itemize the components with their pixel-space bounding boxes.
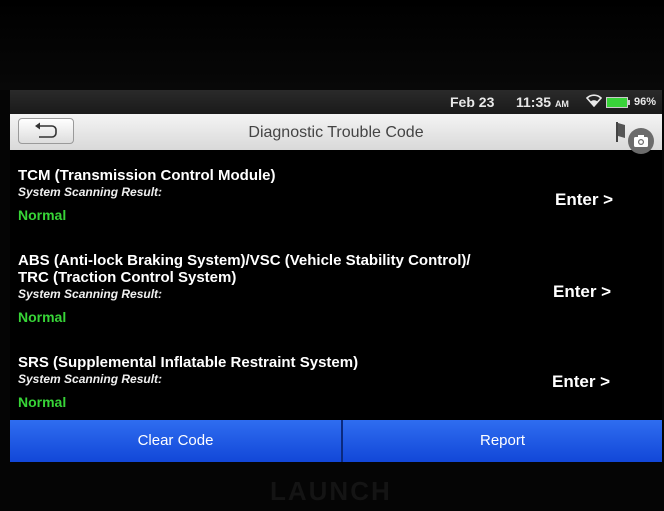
page-title: Diagnostic Trouble Code bbox=[248, 124, 424, 141]
system-name-line-2: TRC (Traction Control System) bbox=[18, 269, 237, 286]
report-button[interactable]: Report bbox=[343, 420, 662, 462]
scan-result-label: System Scanning Result: bbox=[18, 372, 163, 386]
device-bezel-top bbox=[0, 0, 664, 90]
system-item-abs: ABS (Anti-lock Braking System)/VSC (Vehi… bbox=[18, 252, 471, 326]
system-name-line-1: ABS (Anti-lock Braking System)/VSC (Vehi… bbox=[18, 252, 471, 269]
status-date: Feb 23 bbox=[450, 94, 495, 110]
device-screen: Feb 23 11:35 AM 96% Diagnostic Trouble C… bbox=[10, 90, 662, 462]
system-name: TCM (Transmission Control Module) bbox=[18, 167, 276, 184]
battery-icon bbox=[606, 97, 628, 108]
screenshot-button[interactable] bbox=[628, 128, 654, 154]
enter-button-tcm[interactable]: Enter > bbox=[555, 190, 613, 210]
bottom-button-bar: Clear Code Report bbox=[10, 420, 662, 462]
camera-icon bbox=[634, 135, 648, 147]
system-name: SRS (Supplemental Inflatable Restraint S… bbox=[18, 354, 359, 371]
system-item-srs: SRS (Supplemental Inflatable Restraint S… bbox=[18, 354, 358, 411]
scan-result-label: System Scanning Result: bbox=[18, 185, 163, 199]
status-time: 11:35 AM bbox=[516, 94, 569, 110]
system-item-tcm: TCM (Transmission Control Module) System… bbox=[18, 167, 276, 224]
enter-button-srs[interactable]: Enter > bbox=[552, 372, 610, 392]
scan-result-status: Normal bbox=[18, 394, 67, 410]
battery-percent: 96% bbox=[634, 96, 657, 108]
title-bar: Diagnostic Trouble Code bbox=[10, 114, 662, 154]
enter-button-abs[interactable]: Enter > bbox=[553, 282, 611, 302]
clear-code-button[interactable]: Clear Code bbox=[10, 420, 341, 462]
status-bar: Feb 23 11:35 AM 96% bbox=[10, 90, 662, 114]
flag-icon[interactable] bbox=[616, 122, 626, 142]
scan-result-status: Normal bbox=[18, 309, 67, 325]
battery-tip bbox=[628, 100, 630, 105]
scan-result-label: System Scanning Result: bbox=[18, 287, 163, 301]
brand-logo: LAUNCH bbox=[270, 476, 392, 506]
wifi-icon bbox=[585, 93, 603, 110]
scan-result-status: Normal bbox=[18, 207, 67, 223]
